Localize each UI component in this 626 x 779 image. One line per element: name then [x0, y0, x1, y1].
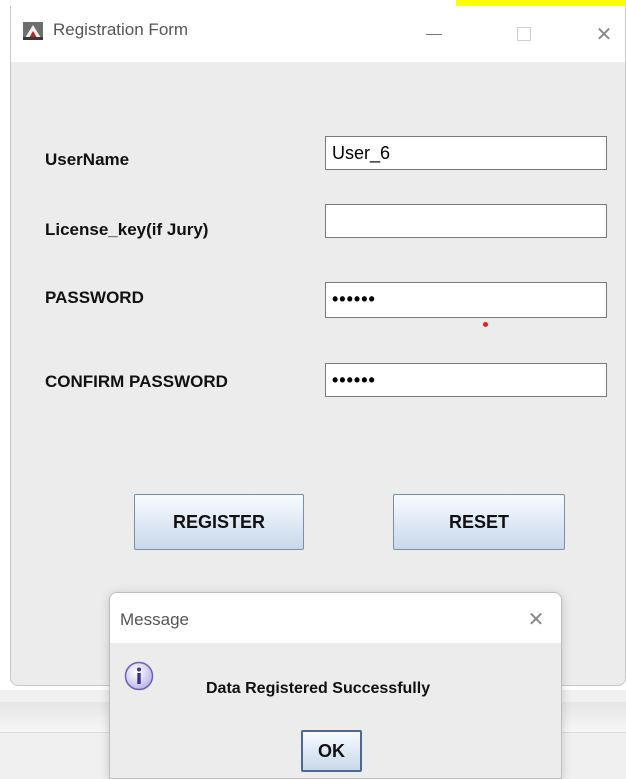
dialog-close-button[interactable]: ✕: [518, 603, 554, 635]
close-icon: ✕: [595, 23, 613, 46]
minimize-button[interactable]: [411, 16, 457, 52]
license-key-label: License_key(if Jury): [45, 220, 209, 239]
close-icon: ✕: [527, 608, 545, 631]
password-input[interactable]: ••••••: [325, 282, 607, 318]
maximize-button[interactable]: [501, 16, 547, 52]
window-titlebar[interactable]: Registration Form ✕: [11, 6, 625, 62]
dialog-titlebar[interactable]: Message ✕: [110, 593, 561, 643]
dialog-title: Message: [120, 610, 189, 629]
dialog-message: Data Registered Successfully: [206, 680, 431, 697]
message-dialog: Message ✕ Data Registered Successfully O…: [109, 592, 562, 779]
cursor-marker: [483, 322, 488, 327]
close-button[interactable]: ✕: [581, 16, 626, 52]
confirm-password-label: CONFIRM PASSWORD: [45, 372, 228, 391]
minimize-icon: [426, 33, 442, 35]
reset-button[interactable]: RESET: [393, 494, 565, 550]
register-button[interactable]: REGISTER: [134, 494, 304, 550]
info-icon: [124, 661, 154, 691]
username-label: UserName: [45, 150, 130, 169]
java-app-icon: [23, 22, 43, 40]
ok-button[interactable]: OK: [301, 730, 362, 772]
password-label: PASSWORD: [45, 288, 144, 307]
window-title: Registration Form: [53, 20, 189, 39]
registration-window: Registration Form ✕ UserName User_6 Lice…: [10, 6, 626, 686]
confirm-password-input[interactable]: ••••••: [325, 363, 607, 397]
maximize-icon: [517, 27, 531, 41]
username-input[interactable]: User_6: [325, 136, 607, 170]
license-key-input[interactable]: [325, 204, 607, 238]
